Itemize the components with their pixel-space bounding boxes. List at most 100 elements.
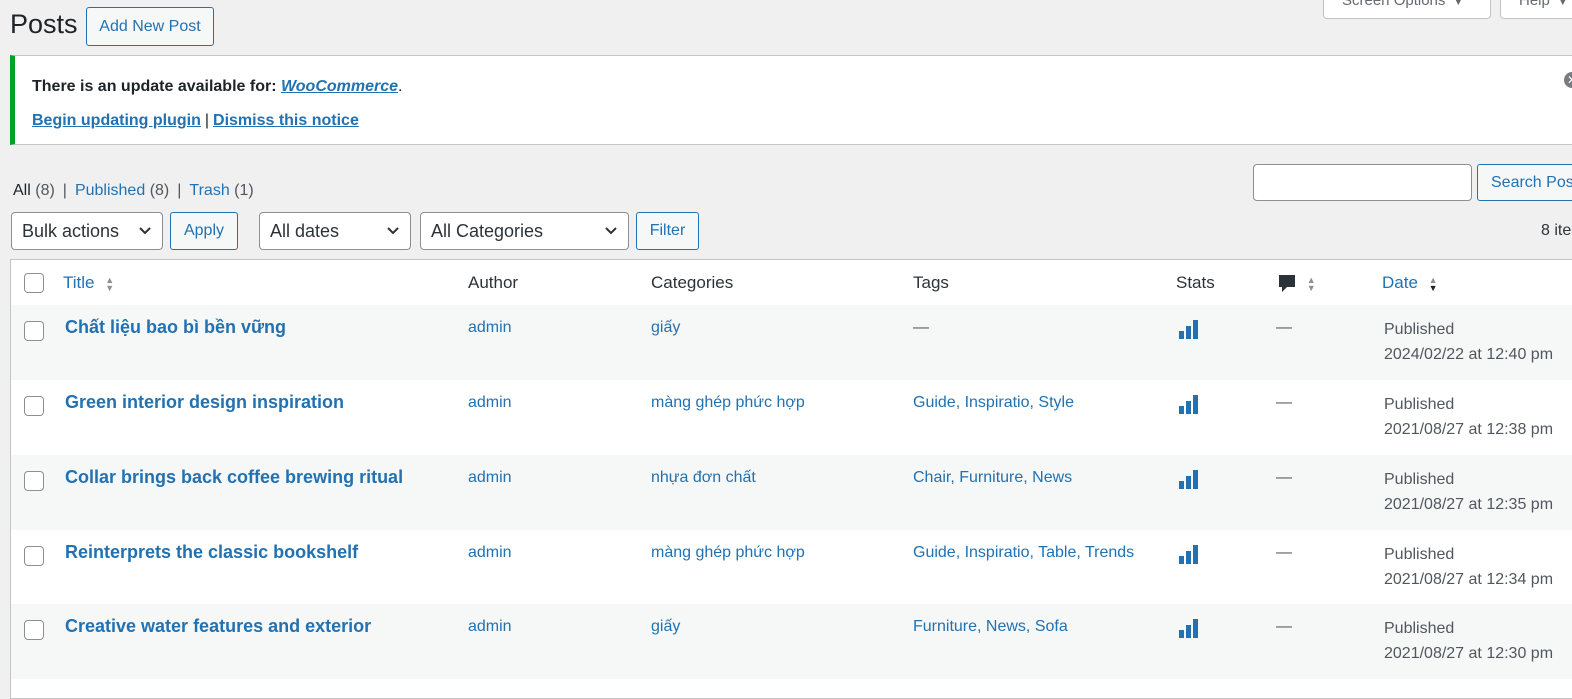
post-date-value: 2024/02/22 at 12:40 pm	[1384, 346, 1554, 363]
dates-filter-select[interactable]: All dates	[259, 212, 411, 250]
post-comments: —	[1276, 544, 1292, 561]
post-status: Published	[1384, 620, 1455, 637]
table-header: Title ▲ ▼ Author Categories Tags Stats ▲ ▼…	[11, 260, 1572, 306]
post-author-link[interactable]: admin	[468, 469, 512, 487]
chevron-down-icon	[386, 213, 400, 262]
column-title-header[interactable]: Title ▲ ▼	[63, 273, 114, 293]
stats-bar-chart-icon[interactable]	[1178, 319, 1200, 339]
table-row: Chất liệu bao bì bền vững admin giấy — —…	[11, 305, 1572, 380]
apply-button[interactable]: Apply	[170, 212, 238, 250]
post-date: Published 2021/08/27 at 12:35 pm	[1384, 467, 1553, 517]
column-date-label: Date	[1382, 273, 1418, 292]
post-status: Published	[1384, 321, 1455, 338]
row-checkbox[interactable]	[24, 620, 44, 640]
post-date: Published 2024/02/22 at 12:40 pm	[1384, 317, 1553, 367]
column-date-header[interactable]: Date ▲ ▼	[1382, 273, 1438, 293]
post-title-link[interactable]: Creative water features and exterior	[65, 616, 371, 637]
stats-bar-chart-icon[interactable]	[1178, 394, 1200, 414]
view-separator: |	[177, 182, 182, 199]
post-category-link[interactable]: nhựa đơn chất	[651, 469, 756, 487]
post-date: Published 2021/08/27 at 12:30 pm	[1384, 616, 1553, 666]
column-comments-header[interactable]: ▲ ▼	[1278, 273, 1316, 294]
notice-message: There is an update available for: WooCom…	[32, 78, 402, 96]
notice-text: There is an update available for:	[32, 78, 277, 95]
post-date-value: 2021/08/27 at 12:35 pm	[1384, 496, 1554, 513]
update-notice: There is an update available for: WooCom…	[10, 55, 1572, 145]
row-checkbox[interactable]	[24, 396, 44, 416]
post-tags: —	[913, 319, 929, 336]
dismiss-notice-link[interactable]: Dismiss this notice	[213, 112, 359, 129]
view-trash-link[interactable]: Trash	[189, 182, 229, 199]
post-tags-links[interactable]: Guide, Inspiratio, Style	[913, 394, 1074, 412]
sort-icon: ▲ ▼	[105, 274, 115, 293]
caret-down-icon: ▼	[1453, 0, 1464, 8]
post-comments: —	[1276, 618, 1292, 635]
post-status: Published	[1384, 396, 1455, 413]
post-comments: —	[1276, 319, 1292, 336]
sort-icon: ▲ ▼	[1306, 274, 1316, 293]
post-tags-links[interactable]: Guide, Inspiratio, Table, Trends	[913, 544, 1134, 562]
post-category-link[interactable]: màng ghép phức hợp	[651, 544, 805, 562]
post-date-value: 2021/08/27 at 12:30 pm	[1384, 645, 1554, 662]
row-checkbox[interactable]	[24, 546, 44, 566]
post-author-link[interactable]: admin	[468, 394, 512, 412]
categories-filter-select[interactable]: All Categories	[420, 212, 629, 250]
view-published-link[interactable]: Published	[75, 182, 145, 199]
table-row: Reinterprets the classic bookshelf admin…	[11, 530, 1572, 605]
post-title-link[interactable]: Reinterprets the classic bookshelf	[65, 542, 358, 563]
view-published-count: (8)	[149, 182, 170, 199]
column-tags-header: Tags	[913, 273, 949, 292]
view-trash-count: (1)	[234, 182, 254, 199]
row-checkbox[interactable]	[24, 471, 44, 491]
post-status: Published	[1384, 546, 1455, 563]
row-checkbox[interactable]	[24, 321, 44, 341]
dismiss-icon[interactable]: ✕	[1564, 72, 1572, 88]
post-category-link[interactable]: giấy	[651, 319, 680, 337]
table-row: Collar brings back coffee brewing ritual…	[11, 455, 1572, 530]
stats-bar-chart-icon[interactable]	[1178, 618, 1200, 638]
post-comments: —	[1276, 469, 1292, 486]
post-category-link[interactable]: giấy	[651, 618, 680, 636]
post-status: Published	[1384, 471, 1455, 488]
posts-table: Title ▲ ▼ Author Categories Tags Stats ▲ ▼…	[10, 259, 1572, 699]
view-all-count: (8)	[35, 182, 55, 199]
screen-options-tab[interactable]: Screen Options ▼	[1323, 0, 1491, 19]
help-tab[interactable]: Help ▼	[1500, 0, 1572, 19]
post-tags-links[interactable]: Furniture, News, Sofa	[913, 618, 1068, 636]
stats-bar-chart-icon[interactable]	[1178, 469, 1200, 489]
select-all-checkbox[interactable]	[24, 273, 44, 293]
view-all-label[interactable]: All	[13, 182, 31, 199]
column-title-label: Title	[63, 273, 95, 292]
stats-bar-chart-icon[interactable]	[1178, 544, 1200, 564]
post-author-link[interactable]: admin	[468, 319, 512, 337]
search-posts-input[interactable]	[1253, 164, 1472, 201]
post-author-link[interactable]: admin	[468, 544, 512, 562]
post-category-link[interactable]: màng ghép phức hợp	[651, 394, 805, 412]
screen-options-label: Screen Options	[1342, 0, 1446, 9]
table-row: Creative water features and exterior adm…	[11, 604, 1572, 679]
table-row: Green interior design inspiration admin …	[11, 380, 1572, 455]
item-count: 8 items	[1541, 222, 1572, 239]
notice-period: .	[398, 78, 403, 95]
filter-button[interactable]: Filter	[636, 212, 699, 250]
post-status-filters: All (8) | Published (8) | Trash (1)	[13, 182, 254, 200]
post-author-link[interactable]: admin	[468, 618, 512, 636]
post-title-link[interactable]: Green interior design inspiration	[65, 392, 344, 413]
comment-icon	[1279, 274, 1295, 292]
woocommerce-link[interactable]: WooCommerce	[281, 78, 398, 95]
post-date-value: 2021/08/27 at 12:38 pm	[1384, 421, 1554, 438]
post-comments: —	[1276, 394, 1292, 411]
column-stats-header: Stats	[1176, 273, 1215, 292]
add-new-post-button[interactable]: Add New Post	[86, 7, 214, 46]
bulk-actions-select[interactable]: Bulk actions	[11, 212, 163, 250]
notice-separator: |	[204, 112, 210, 129]
post-tags-links[interactable]: Chair, Furniture, News	[913, 469, 1072, 487]
begin-updating-link[interactable]: Begin updating plugin	[32, 112, 201, 129]
post-date-value: 2021/08/27 at 12:34 pm	[1384, 571, 1554, 588]
column-author-header: Author	[468, 273, 519, 292]
view-separator: |	[62, 182, 67, 199]
search-posts-button[interactable]: Search Posts	[1477, 164, 1572, 201]
post-title-link[interactable]: Chất liệu bao bì bền vững	[65, 317, 286, 338]
post-date: Published 2021/08/27 at 12:34 pm	[1384, 542, 1553, 592]
post-title-link[interactable]: Collar brings back coffee brewing ritual	[65, 467, 403, 488]
